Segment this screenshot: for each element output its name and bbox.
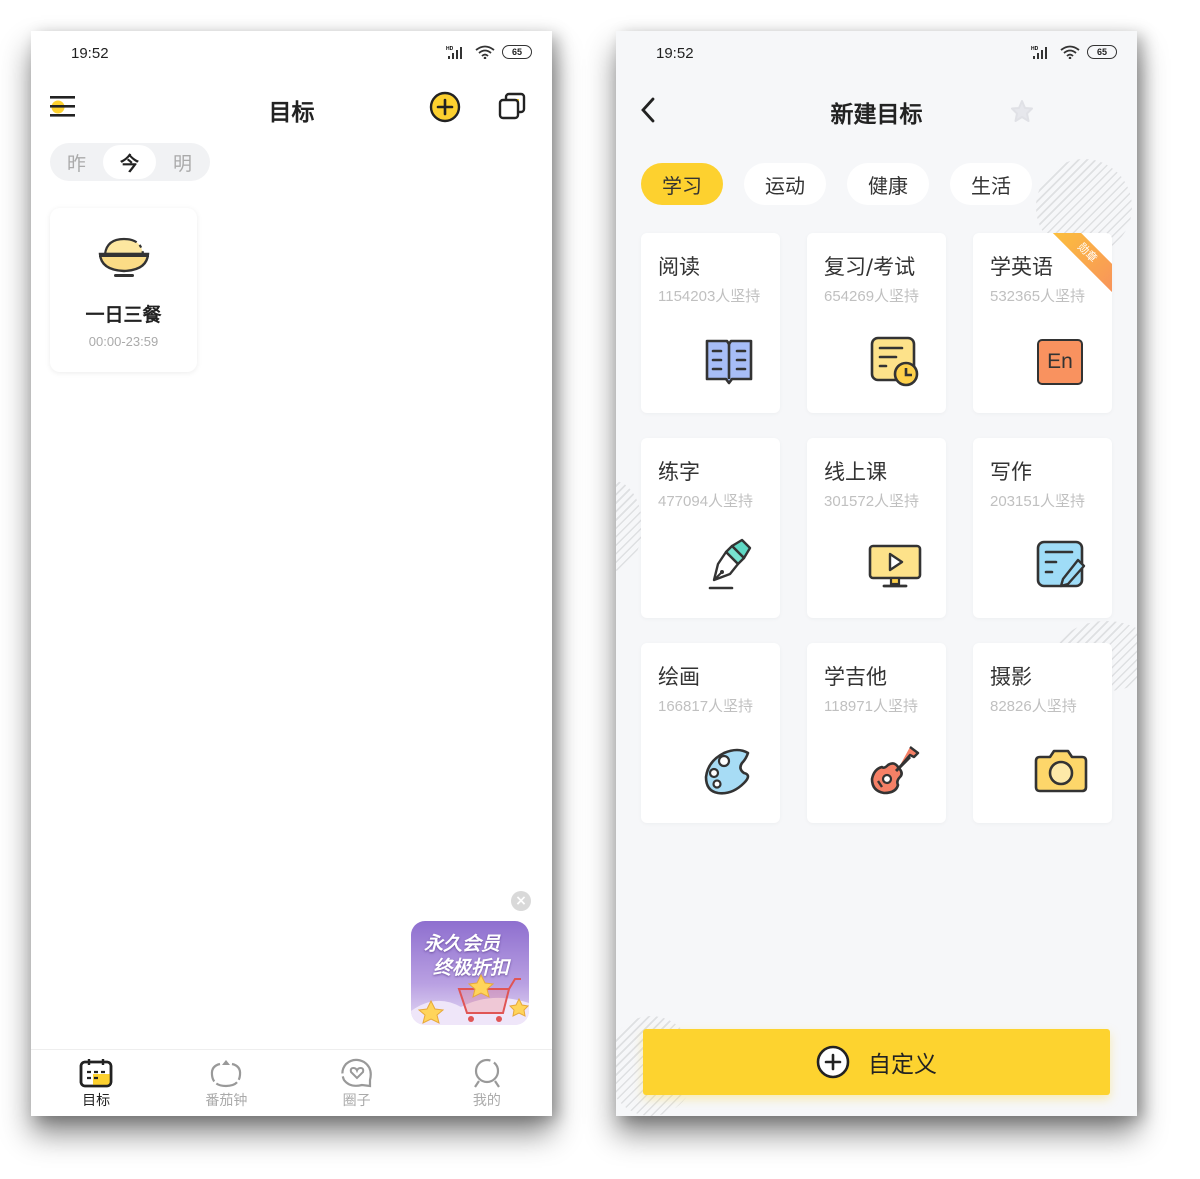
template-count: 477094人坚持 <box>658 493 754 510</box>
template-name: 复习/考试 <box>824 255 916 279</box>
new-goal-screen: 19:52 HD 65 新建目标 学习 运动 健康 生活 阅读 1154203人… <box>616 31 1137 1116</box>
close-icon: × <box>515 893 527 909</box>
palette-icon <box>704 748 750 795</box>
goal-card[interactable]: 一日三餐 00:00-23:59 <box>50 208 197 372</box>
template-grid: 阅读 1154203人坚持 复习/考试 654269人坚持 勋章 学英语 532… <box>641 233 1112 823</box>
template-card-online-class[interactable]: 线上课 301572人坚持 <box>807 438 946 618</box>
tomato-icon <box>211 1060 242 1088</box>
template-name: 绘画 <box>658 665 700 689</box>
tab-label: 我的 <box>472 1093 501 1109</box>
status-bar: 19:52 HD 65 <box>31 31 552 77</box>
category-study[interactable]: 学习 <box>641 163 723 205</box>
template-count: 654269人坚持 <box>824 288 920 305</box>
template-card-calligraphy[interactable]: 练字 477094人坚持 <box>641 438 780 618</box>
book-icon <box>705 339 753 385</box>
english-icon: En <box>1037 339 1083 385</box>
medal-badge: 勋章 <box>1048 233 1112 292</box>
day-yesterday[interactable]: 昨 <box>50 145 103 179</box>
goal-name: 一日三餐 <box>85 304 162 326</box>
template-count: 82826人坚持 <box>990 698 1077 715</box>
rice-bowl-icon <box>98 237 150 277</box>
custom-goal-button[interactable]: 自定义 <box>643 1029 1110 1095</box>
plus-circle-icon <box>429 91 461 123</box>
calendar-icon <box>79 1059 113 1088</box>
note-edit-icon <box>1036 540 1086 588</box>
custom-goal-label: 自定义 <box>868 1052 937 1078</box>
template-name: 阅读 <box>658 255 700 279</box>
battery-icon: 65 <box>1087 45 1117 59</box>
svg-text:HD: HD <box>446 46 454 52</box>
camera-icon <box>1034 749 1088 793</box>
header: 目标 <box>31 87 552 131</box>
template-count: 118971人坚持 <box>824 698 918 715</box>
monitor-play-icon <box>868 544 922 588</box>
template-count: 532365人坚持 <box>990 288 1086 305</box>
day-today[interactable]: 今 <box>103 145 156 179</box>
header: 新建目标 <box>616 89 1137 133</box>
copy-icon <box>498 92 526 120</box>
template-name: 学吉他 <box>824 665 887 689</box>
category-health[interactable]: 健康 <box>847 163 929 205</box>
tab-label: 圈子 <box>342 1093 371 1109</box>
copy-button[interactable] <box>497 91 527 125</box>
tab-label: 目标 <box>82 1093 111 1109</box>
template-name: 练字 <box>658 460 700 484</box>
tab-circle[interactable]: 圈子 <box>292 1050 422 1116</box>
heart-chat-icon <box>340 1058 372 1088</box>
status-bar: 19:52 HD 65 <box>616 31 1137 77</box>
template-card-english[interactable]: 勋章 学英语 532365人坚持 En <box>973 233 1112 413</box>
template-name: 写作 <box>990 460 1032 484</box>
template-count: 1154203人坚持 <box>658 288 761 305</box>
template-card-writing[interactable]: 写作 203151人坚持 <box>973 438 1112 618</box>
day-tomorrow[interactable]: 明 <box>156 145 209 179</box>
day-switch: 昨 今 明 <box>50 143 210 181</box>
battery-icon: 65 <box>502 45 532 59</box>
template-name: 摄影 <box>990 665 1032 689</box>
bottom-tab-bar: 目标 番茄钟 圈子 我的 <box>31 1049 552 1116</box>
template-count: 166817人坚持 <box>658 698 754 715</box>
template-name: 学英语 <box>990 255 1053 279</box>
tab-me[interactable]: 我的 <box>422 1050 552 1116</box>
template-card-painting[interactable]: 绘画 166817人坚持 <box>641 643 780 823</box>
add-goal-button[interactable] <box>429 91 461 127</box>
goal-time: 00:00-23:59 <box>88 334 159 349</box>
schedule-clock-icon <box>870 336 919 387</box>
promo-close-button[interactable]: × <box>511 891 531 911</box>
template-card-photography[interactable]: 摄影 82826人坚持 <box>973 643 1112 823</box>
signal-icon: HD <box>446 46 462 59</box>
template-name: 线上课 <box>824 460 887 484</box>
tab-label: 番茄钟 <box>205 1093 248 1109</box>
signal-icon: HD <box>1031 46 1047 59</box>
template-card-reading[interactable]: 阅读 1154203人坚持 <box>641 233 780 413</box>
decor-hatch <box>616 481 642 571</box>
template-card-guitar[interactable]: 学吉他 118971人坚持 <box>807 643 946 823</box>
tab-pomodoro[interactable]: 番茄钟 <box>161 1050 291 1116</box>
page-title: 新建目标 <box>830 102 923 128</box>
wifi-icon <box>475 45 495 59</box>
promo-banner[interactable]: 永久会员 终极折扣 <box>411 921 529 1025</box>
tab-goals[interactable]: 目标 <box>31 1050 161 1116</box>
template-count: 203151人坚持 <box>990 493 1086 510</box>
category-life[interactable]: 生活 <box>950 163 1032 205</box>
status-time: 19:52 <box>71 45 109 62</box>
template-card-exam[interactable]: 复习/考试 654269人坚持 <box>807 233 946 413</box>
category-sports[interactable]: 运动 <box>744 163 826 205</box>
plus-circle-icon <box>816 1045 850 1079</box>
page-title: 目标 <box>268 100 315 126</box>
guitar-icon <box>870 746 920 795</box>
profile-icon <box>473 1058 500 1088</box>
category-tabs: 学习 运动 健康 生活 <box>641 163 1032 205</box>
pen-icon <box>708 538 752 590</box>
star-decor-icon <box>1011 100 1033 122</box>
status-time: 19:52 <box>656 45 694 62</box>
template-count: 301572人坚持 <box>824 493 920 510</box>
goals-screen: 19:52 HD 65 目标 昨 今 明 一日三餐 00:00-23:59 × … <box>31 31 552 1116</box>
svg-text:HD: HD <box>1031 46 1039 52</box>
wifi-icon <box>1060 45 1080 59</box>
shopping-cart-icon <box>411 973 529 1025</box>
promo-line1: 永久会员 <box>424 933 501 955</box>
